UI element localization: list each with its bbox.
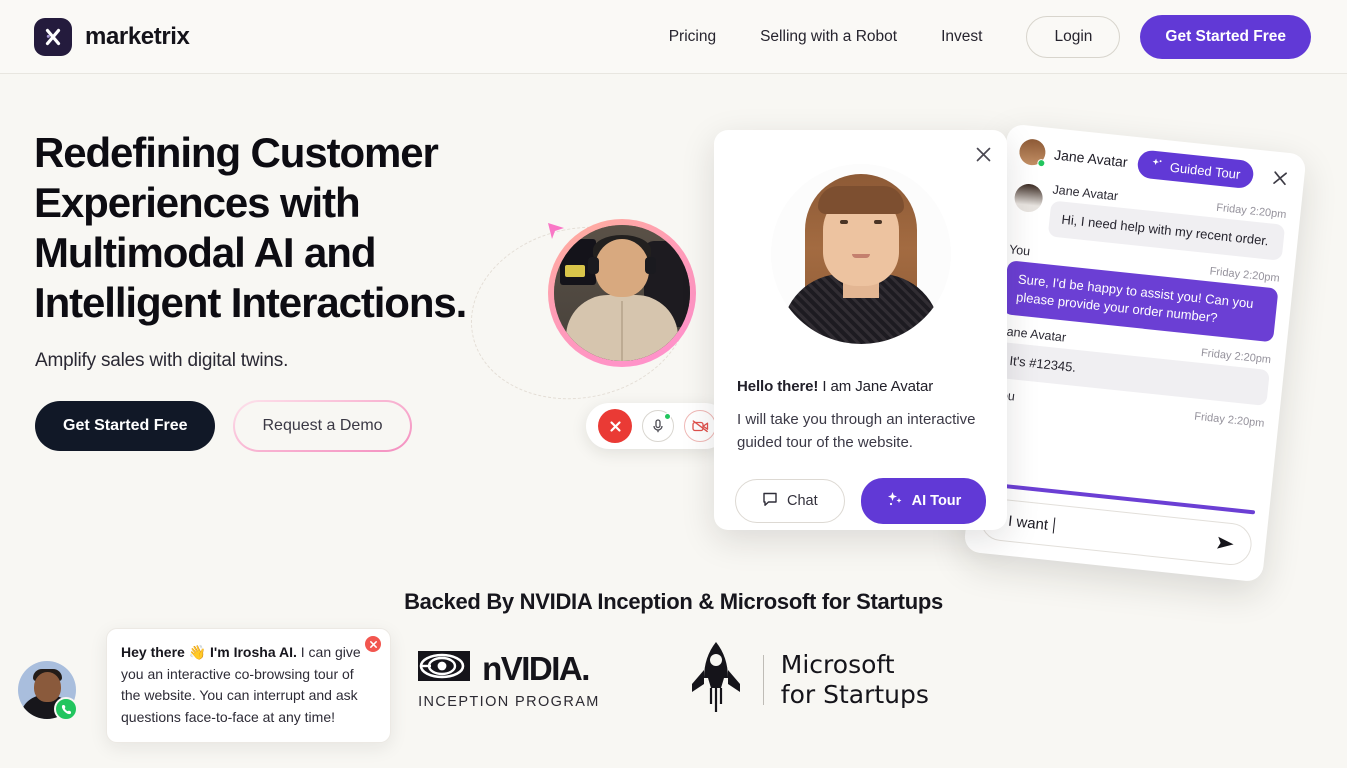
avatar-intro-card: Hello there! I am Jane Avatar I will tak… (714, 130, 1007, 530)
avatar-greeting-rest: I am Jane Avatar (818, 378, 934, 395)
hero-cta-group: Get Started Free Request a Demo (35, 400, 412, 452)
nav-link-pricing[interactable]: Pricing (647, 28, 738, 46)
nav-link-invest[interactable]: Invest (919, 28, 1004, 46)
rocket-icon (686, 640, 746, 719)
landing-page: marketrix Pricing Selling with a Robot I… (0, 0, 1347, 768)
chat-message-list: Jane Avatar Friday 2:20pm Hi, I need hel… (979, 171, 1301, 431)
irosha-greeting-2: I'm Irosha AI. (210, 644, 297, 660)
nvidia-program-label: INCEPTION PROGRAM (418, 694, 600, 710)
sparkles-icon (886, 490, 904, 512)
brand-logo[interactable]: marketrix (34, 17, 190, 56)
video-participant-avatar (554, 225, 690, 361)
send-icon[interactable] (1214, 533, 1238, 553)
get-started-free-button-header[interactable]: Get Started Free (1140, 14, 1311, 59)
chat-button-label: Chat (787, 493, 818, 509)
avatar-greeting-bold: Hello there! (737, 378, 819, 395)
microsoft-line-2: for Startups (780, 679, 929, 709)
phone-icon[interactable] (54, 697, 78, 721)
avatar-greeting: Hello there! I am Jane Avatar (737, 378, 987, 395)
message-sender: Jane Avatar (1051, 182, 1119, 204)
avatar (1013, 182, 1045, 214)
guided-tour-button[interactable]: Guided Tour (1136, 149, 1255, 190)
nvidia-inception-logo: nVIDIA. INCEPTION PROGRAM (418, 649, 600, 710)
nvidia-wordmark: nVIDIA. (482, 649, 590, 687)
nav-link-selling-with-a-robot[interactable]: Selling with a Robot (738, 28, 919, 46)
chat-button[interactable]: Chat (735, 479, 845, 523)
avatar-card-actions: Chat AI Tour (735, 478, 987, 524)
wave-emoji-icon: 👋 (188, 644, 207, 660)
sparkles-icon (1150, 157, 1165, 174)
irosha-greeting-1: Hey there (121, 644, 185, 660)
close-icon[interactable] (365, 636, 381, 652)
video-off-icon[interactable] (684, 410, 716, 442)
ai-tour-button[interactable]: AI Tour (860, 478, 987, 524)
irosha-message-card: Hey there 👋 I'm Irosha AI. I can give yo… (106, 628, 391, 743)
main-nav: Pricing Selling with a Robot Invest Logi… (647, 14, 1311, 59)
chat-bubble-icon (762, 491, 778, 511)
request-a-demo-button[interactable]: Request a Demo (233, 400, 411, 452)
chat-header-name: Jane Avatar (1053, 146, 1129, 171)
online-status-dot (1036, 158, 1046, 168)
message-sender: You (1008, 242, 1031, 259)
nvidia-eye-icon (418, 649, 474, 688)
microsoft-for-startups-logo: Microsoft for Startups (686, 640, 929, 719)
get-started-free-button-hero[interactable]: Get Started Free (35, 401, 216, 451)
call-controls-bar (586, 403, 728, 449)
message-timestamp: Friday 2:20pm (1193, 410, 1265, 430)
chat-header-avatar (1018, 137, 1047, 168)
mic-active-dot (664, 413, 671, 420)
site-header: marketrix Pricing Selling with a Robot I… (0, 0, 1347, 74)
microphone-icon[interactable] (642, 410, 674, 442)
guided-tour-label: Guided Tour (1169, 159, 1242, 182)
login-button[interactable]: Login (1026, 15, 1121, 58)
avatar-description: I will take you through an interactive g… (737, 411, 976, 451)
page-title: Redefining Customer Experiences with Mul… (34, 129, 467, 326)
text-cursor (1052, 517, 1056, 534)
backed-by-title: Backed By NVIDIA Inception & Microsoft f… (404, 589, 943, 614)
avatar[interactable] (18, 661, 78, 721)
x-logo-icon (34, 17, 72, 56)
brand-name: marketrix (85, 22, 190, 50)
video-avatar-ring (548, 219, 696, 367)
close-icon[interactable] (972, 143, 994, 165)
microsoft-line-1: Microsoft (780, 649, 895, 679)
close-icon[interactable] (1271, 169, 1289, 187)
chat-input-area: d I want (965, 481, 1269, 569)
end-call-icon[interactable] (598, 409, 632, 443)
hero-subheading: Amplify sales with digital twins. (35, 350, 289, 371)
logo-divider (762, 654, 764, 705)
chat-widget: Jane Avatar Guided Tour Jane Avatar Frid… (963, 123, 1307, 583)
microsoft-for-startups-text: Microsoft for Startups (781, 650, 929, 710)
ai-tour-button-label: AI Tour (911, 493, 962, 509)
avatar (770, 164, 951, 344)
irosha-ai-widget: Hey there 👋 I'm Irosha AI. I can give yo… (18, 628, 391, 743)
